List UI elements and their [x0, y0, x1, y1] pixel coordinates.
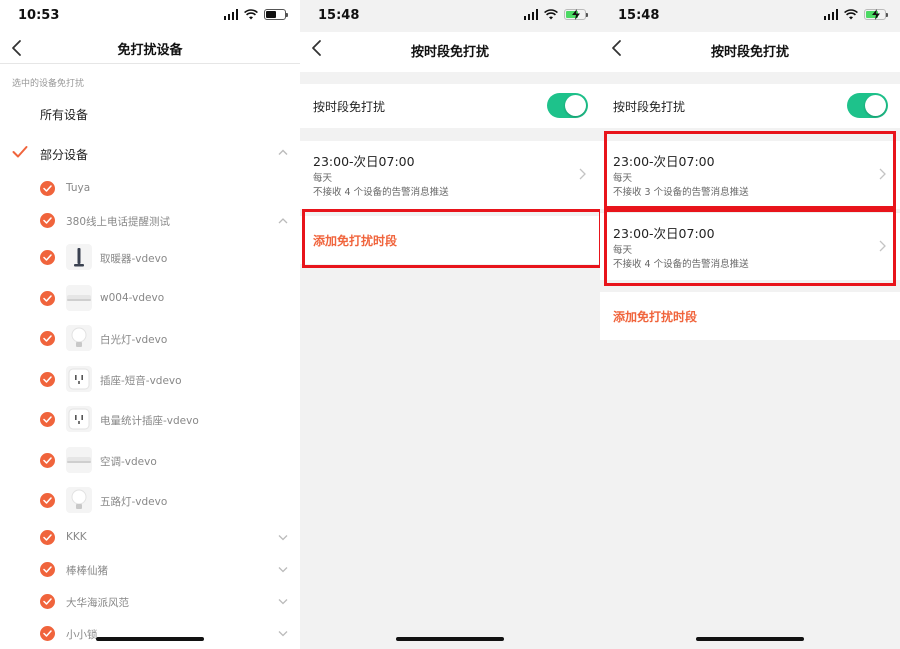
status-bar: 15:48 — [300, 0, 600, 32]
cellular-signal-icon — [523, 9, 538, 20]
checked-circle-icon[interactable] — [40, 331, 55, 346]
device-item[interactable]: 电量统计插座-vdevo — [0, 400, 300, 440]
bulb-icon — [66, 487, 92, 513]
highlight-box — [302, 209, 600, 268]
device-item[interactable]: 小小锁 — [0, 614, 300, 649]
home-indicator — [396, 637, 504, 641]
wifi-icon — [244, 9, 258, 20]
chevron-down-icon[interactable] — [278, 566, 288, 573]
chevron-down-icon[interactable] — [278, 598, 288, 605]
device-item[interactable]: 插座-短音-vdevo — [0, 360, 300, 400]
nav-bar: 按时段免打扰 — [300, 32, 600, 72]
wifi-icon — [544, 9, 558, 20]
schedule-dnd-screen-two-periods: 15:48 按时段免打扰 按时段免打扰 23:00-次日07:00 每天 不接收… — [600, 0, 900, 649]
chevron-right-icon — [579, 168, 586, 180]
bulb-icon — [66, 325, 92, 351]
schedule-toggle-row: 按时段免打扰 — [300, 84, 600, 128]
device-label: 小小锁 — [66, 629, 98, 641]
option-label: 所有设备 — [40, 108, 89, 122]
chevron-down-icon[interactable] — [278, 534, 288, 541]
device-label: Tuya — [66, 182, 91, 194]
device-label: KKK — [66, 531, 87, 543]
device-dnd-screen: 10:53 免打扰设备 选中的设备免打扰 所有设备 部分设备 Tuya 380线上… — [0, 0, 300, 649]
highlight-box — [604, 131, 896, 209]
device-item[interactable]: 五路灯-vdevo — [0, 481, 300, 521]
option-label: 部分设备 — [40, 148, 89, 162]
socket-icon — [66, 366, 92, 392]
checked-circle-icon[interactable] — [40, 372, 55, 387]
sensor-icon — [66, 285, 92, 311]
add-period-button[interactable]: 添加免打扰时段 — [600, 292, 900, 340]
device-label: 五路灯-vdevo — [100, 496, 168, 508]
checked-circle-icon[interactable] — [40, 493, 55, 508]
chevron-up-icon[interactable] — [278, 148, 288, 156]
device-label: w004-vdevo — [100, 292, 165, 304]
checked-circle-icon[interactable] — [40, 562, 55, 577]
schedule-toggle-switch[interactable] — [847, 93, 888, 118]
device-label: 白光灯-vdevo — [100, 334, 168, 346]
device-label: 插座-短音-vdevo — [100, 375, 182, 387]
period-repeat: 每天 — [313, 173, 333, 184]
cellular-signal-icon — [823, 9, 838, 20]
status-time: 15:48 — [618, 8, 660, 23]
checked-circle-icon[interactable] — [40, 181, 55, 196]
device-label: 棒棒仙猪 — [66, 565, 108, 577]
schedule-toggle-switch[interactable] — [547, 93, 588, 118]
nav-bar: 按时段免打扰 — [600, 32, 900, 72]
option-some-devices[interactable]: 部分设备 — [0, 134, 300, 174]
battery-icon — [264, 9, 288, 20]
wifi-icon — [844, 9, 858, 20]
chevron-up-icon[interactable] — [278, 217, 288, 224]
checked-circle-icon[interactable] — [40, 530, 55, 545]
option-all-devices[interactable]: 所有设备 — [0, 94, 300, 134]
page-title: 按时段免打扰 — [710, 45, 789, 60]
checked-circle-icon[interactable] — [40, 412, 55, 427]
device-label: 380线上电话提醒测试 — [66, 216, 171, 228]
home-indicator — [696, 637, 804, 641]
toggle-label: 按时段免打扰 — [613, 100, 686, 114]
device-label: 取暖器-vdevo — [100, 253, 168, 265]
battery-charging-icon — [564, 9, 588, 20]
chevron-down-icon[interactable] — [278, 630, 288, 637]
checked-circle-icon[interactable] — [40, 626, 55, 641]
period-description: 不接收 4 个设备的告警消息推送 — [313, 187, 449, 198]
device-item[interactable]: 空调-vdevo — [0, 441, 300, 481]
toggle-knob — [565, 95, 586, 116]
checked-circle-icon[interactable] — [40, 250, 55, 265]
status-time: 10:53 — [18, 8, 60, 23]
cellular-signal-icon — [223, 9, 238, 20]
status-bar: 10:53 — [0, 0, 300, 32]
device-item[interactable]: 380线上电话提醒测试 — [0, 201, 300, 241]
add-period-label: 添加免打扰时段 — [613, 310, 698, 324]
period-time: 23:00-次日07:00 — [313, 154, 415, 169]
sensor-icon — [66, 447, 92, 473]
home-indicator — [96, 637, 204, 641]
device-item[interactable]: 取暖器-vdevo — [0, 238, 300, 278]
nav-bar: 免打扰设备 — [0, 32, 300, 64]
highlight-box — [604, 209, 896, 286]
checkmark-icon — [12, 146, 28, 158]
period-item[interactable]: 23:00-次日07:00 每天 不接收 4 个设备的告警消息推送 — [300, 141, 600, 209]
device-label: 空调-vdevo — [100, 456, 157, 468]
heater-icon — [66, 244, 92, 270]
device-label: 大华海派风范 — [66, 597, 129, 609]
page-title: 按时段免打扰 — [410, 45, 489, 60]
battery-charging-icon — [864, 9, 888, 20]
toggle-label: 按时段免打扰 — [313, 100, 386, 114]
page-title: 免打扰设备 — [117, 43, 183, 58]
schedule-toggle-row: 按时段免打扰 — [600, 84, 900, 128]
status-time: 15:48 — [318, 8, 360, 23]
toggle-knob — [865, 95, 886, 116]
checked-circle-icon[interactable] — [40, 291, 55, 306]
socket-icon — [66, 406, 92, 432]
checked-circle-icon[interactable] — [40, 213, 55, 228]
device-label: 电量统计插座-vdevo — [100, 415, 199, 427]
schedule-dnd-screen: 15:48 按时段免打扰 按时段免打扰 23:00-次日07:00 每天 不接收… — [300, 0, 600, 649]
device-item[interactable]: w004-vdevo — [0, 279, 300, 319]
status-bar: 15:48 — [600, 0, 900, 32]
section-label: 选中的设备免打扰 — [12, 79, 85, 89]
checked-circle-icon[interactable] — [40, 594, 55, 609]
device-item[interactable]: 白光灯-vdevo — [0, 319, 300, 359]
checked-circle-icon[interactable] — [40, 453, 55, 468]
